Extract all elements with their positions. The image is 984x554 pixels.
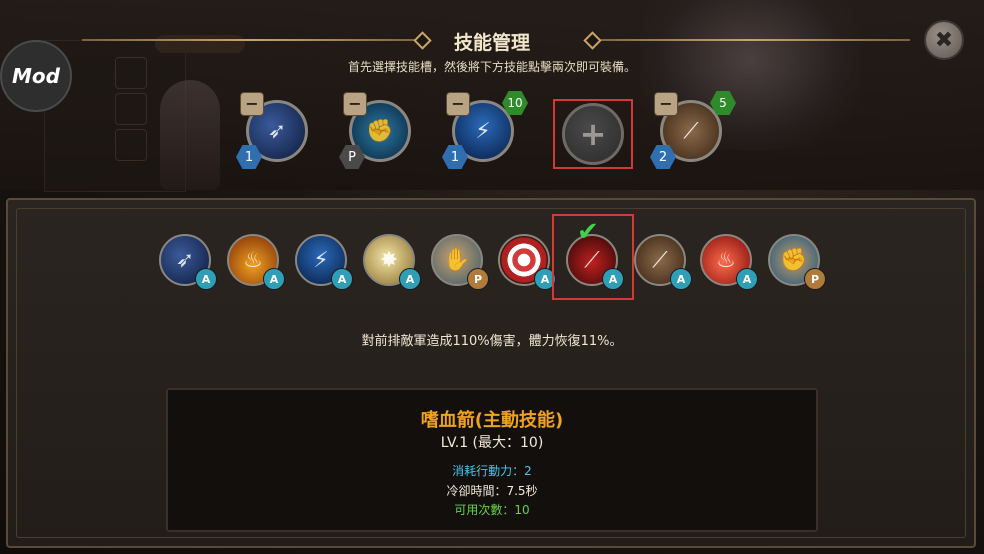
unequip-button[interactable]: − [446,92,470,116]
skill-item[interactable]: ⚡ A [295,234,353,290]
skill-uses: 可用次數：10 [454,503,530,517]
skill-item[interactable]: ⟋ A [634,234,692,290]
skill-item[interactable]: ➶ A [159,234,217,290]
skill-info-box: 嗜血箭(主動技能) LV.1 (最大：10) 消耗行動力：2 冷卻時間：7.5秒… [166,388,818,532]
skill-item[interactable]: A [498,234,556,290]
empty-slot-plus-icon: + [562,103,624,165]
equipped-slot-1[interactable]: ➶ − 1 [236,92,312,169]
skill-item[interactable]: ✸ A [363,234,421,290]
equipped-slot-5[interactable]: ⟋ − 5 2 [650,91,736,169]
equipped-slot-3[interactable]: ⚡ − 10 1 [442,91,528,169]
skill-level: LV.1 (最大：10) [440,435,544,451]
unequip-button[interactable]: − [343,92,367,116]
skill-description: 對前排敵軍造成110%傷害，體力恢復11%。 [361,334,623,349]
equipped-slot-2[interactable]: ✊ − P [339,92,415,169]
skill-cooldown: 冷卻時間：7.5秒 [446,484,538,498]
equipped-slot-4-empty[interactable]: + [553,99,633,169]
active-type-badge: A [263,268,285,290]
passive-type-badge: P [804,268,826,290]
page-subtitle: 首先選擇技能槽，然後將下方技能點擊兩次即可裝備。 [347,60,636,74]
close-icon: ✖ [934,27,954,53]
close-button[interactable]: ✖ [924,20,964,60]
page-title: 技能管理 [453,32,530,54]
checkmark-icon: ✔ [577,217,599,247]
passive-type-badge: P [467,268,489,290]
unequip-button[interactable]: − [240,92,264,116]
skill-cost: 消耗行動力：2 [452,464,532,478]
active-type-badge: A [736,268,758,290]
background-character [160,80,220,190]
active-type-badge: A [670,268,692,290]
skill-item[interactable]: ✋ P [431,234,489,290]
skill-name: 嗜血箭(主動技能) [420,410,564,431]
active-type-badge: A [331,268,353,290]
active-type-badge: A [399,268,421,290]
active-type-badge: A [195,268,217,290]
unequip-button[interactable]: − [654,92,678,116]
active-type-badge: A [602,268,624,290]
skill-item[interactable]: ✊ P [768,234,826,290]
skill-item[interactable]: ♨ A [227,234,285,290]
skill-item[interactable]: ♨ A [700,234,758,290]
